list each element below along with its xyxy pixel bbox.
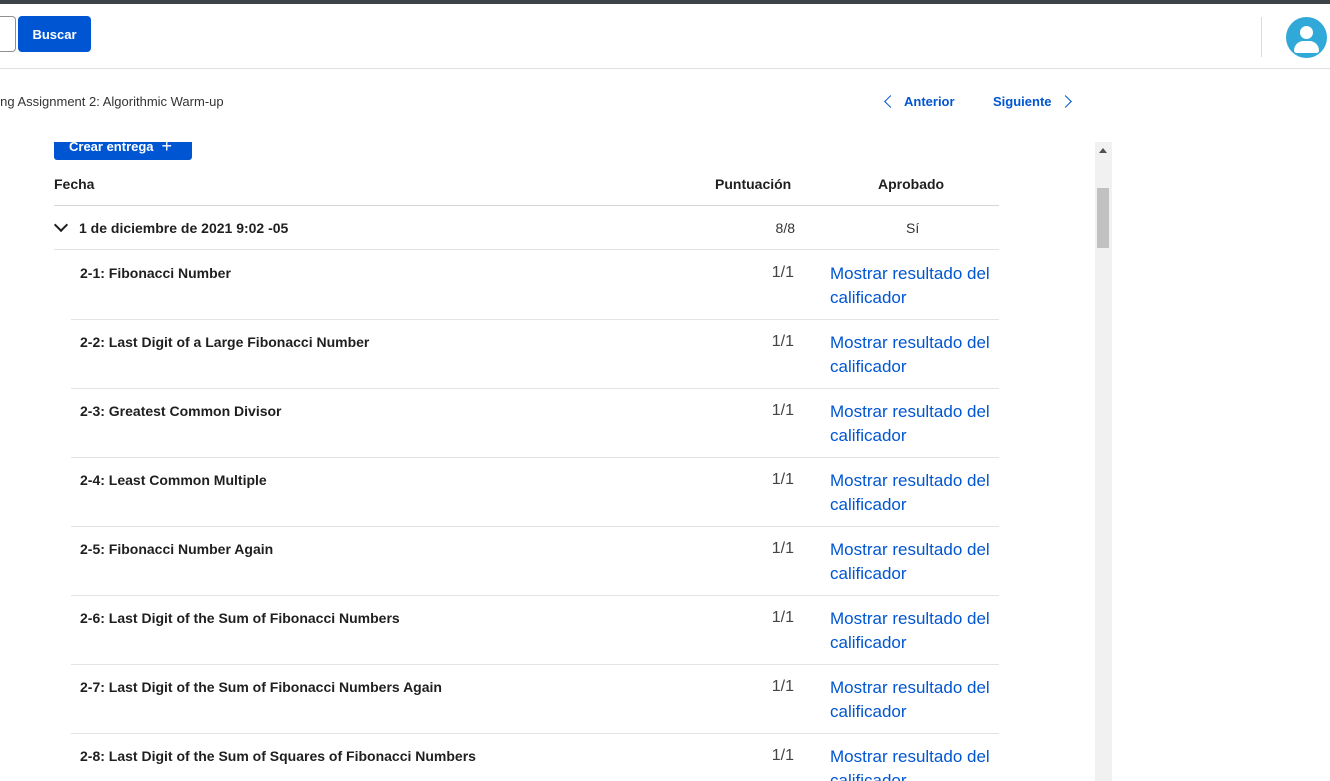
page-header: Buscar	[0, 4, 1330, 69]
user-avatar-icon[interactable]	[1286, 17, 1327, 58]
task-row: 2-7: Last Digit of the Sum of Fibonacci …	[71, 665, 999, 734]
task-score: 1/1	[771, 264, 794, 281]
breadcrumb: ning Assignment 2: Algorithmic Warm-up	[0, 94, 224, 109]
show-grader-output-link[interactable]: Mostrar resultado del calificador	[830, 676, 1000, 724]
next-label: Siguiente	[993, 94, 1052, 109]
task-name: 2-2: Last Digit of a Large Fibonacci Num…	[80, 334, 370, 350]
task-name: 2-4: Least Common Multiple	[80, 472, 267, 488]
task-row: 2-8: Last Digit of the Sum of Squares of…	[71, 734, 999, 781]
column-header-date: Fecha	[54, 176, 95, 192]
show-grader-output-link[interactable]: Mostrar resultado del calificador	[830, 469, 1000, 517]
show-grader-output-link[interactable]: Mostrar resultado del calificador	[830, 262, 1000, 310]
chevron-left-icon	[884, 95, 897, 108]
column-header-passed: Aprobado	[878, 176, 945, 192]
column-header-score: Puntuación	[715, 176, 792, 192]
vertical-scrollbar[interactable]	[1095, 142, 1112, 781]
task-score: 1/1	[771, 747, 794, 764]
header-divider	[1261, 17, 1262, 57]
task-name: 2-7: Last Digit of the Sum of Fibonacci …	[80, 679, 442, 695]
show-grader-output-link[interactable]: Mostrar resultado del calificador	[830, 538, 1000, 586]
show-grader-output-link[interactable]: Mostrar resultado del calificador	[830, 331, 1000, 379]
show-grader-output-link[interactable]: Mostrar resultado del calificador	[830, 607, 1000, 655]
submission-date: 1 de diciembre de 2021 9:02 -05	[79, 220, 289, 236]
task-score: 1/1	[771, 471, 794, 488]
task-row: 2-3: Greatest Common Divisor 1/1 Mostrar…	[71, 389, 999, 458]
task-row: 2-4: Least Common Multiple 1/1 Mostrar r…	[71, 458, 999, 527]
previous-label: Anterior	[904, 94, 955, 109]
task-row: 2-1: Fibonacci Number 1/1 Mostrar result…	[71, 251, 999, 320]
search-button[interactable]: Buscar	[18, 16, 91, 52]
task-name: 2-5: Fibonacci Number Again	[80, 541, 274, 557]
task-row: 2-2: Last Digit of a Large Fibonacci Num…	[71, 320, 999, 389]
task-score: 1/1	[771, 609, 794, 626]
task-row: 2-5: Fibonacci Number Again 1/1 Mostrar …	[71, 527, 999, 596]
task-name: 2-8: Last Digit of the Sum of Squares of…	[80, 748, 476, 764]
submission-passed: Sí	[906, 220, 920, 236]
task-score: 1/1	[771, 678, 794, 695]
scrollbar-thumb[interactable]	[1097, 188, 1109, 248]
task-score: 1/1	[771, 333, 794, 350]
submission-score: 8/8	[775, 220, 795, 236]
show-grader-output-link[interactable]: Mostrar resultado del calificador	[830, 745, 1000, 781]
task-score: 1/1	[771, 540, 794, 557]
submission-row: 1 de diciembre de 2021 9:02 -05 8/8 Sí	[53, 206, 999, 250]
task-name: 2-6: Last Digit of the Sum of Fibonacci …	[80, 610, 400, 626]
chevron-right-icon	[1058, 95, 1072, 108]
previous-link[interactable]: Anterior	[884, 94, 955, 109]
next-link[interactable]: Siguiente	[993, 94, 1072, 109]
task-score: 1/1	[771, 402, 794, 419]
task-name: 2-3: Greatest Common Divisor	[80, 403, 282, 419]
plus-icon: +	[161, 142, 173, 156]
show-grader-output-link[interactable]: Mostrar resultado del calificador	[830, 400, 1000, 448]
scroll-up-arrow-icon[interactable]	[1099, 148, 1107, 153]
create-submission-label: Crear entrega	[69, 142, 154, 154]
submissions-panel: Crear entrega + Fecha Puntuación Aprobad…	[0, 142, 1112, 781]
task-row: 2-6: Last Digit of the Sum of Fibonacci …	[71, 596, 999, 665]
create-submission-button[interactable]: Crear entrega +	[54, 142, 192, 160]
task-name: 2-1: Fibonacci Number	[80, 265, 231, 281]
search-input[interactable]	[0, 16, 16, 52]
chevron-down-icon[interactable]	[53, 217, 69, 233]
